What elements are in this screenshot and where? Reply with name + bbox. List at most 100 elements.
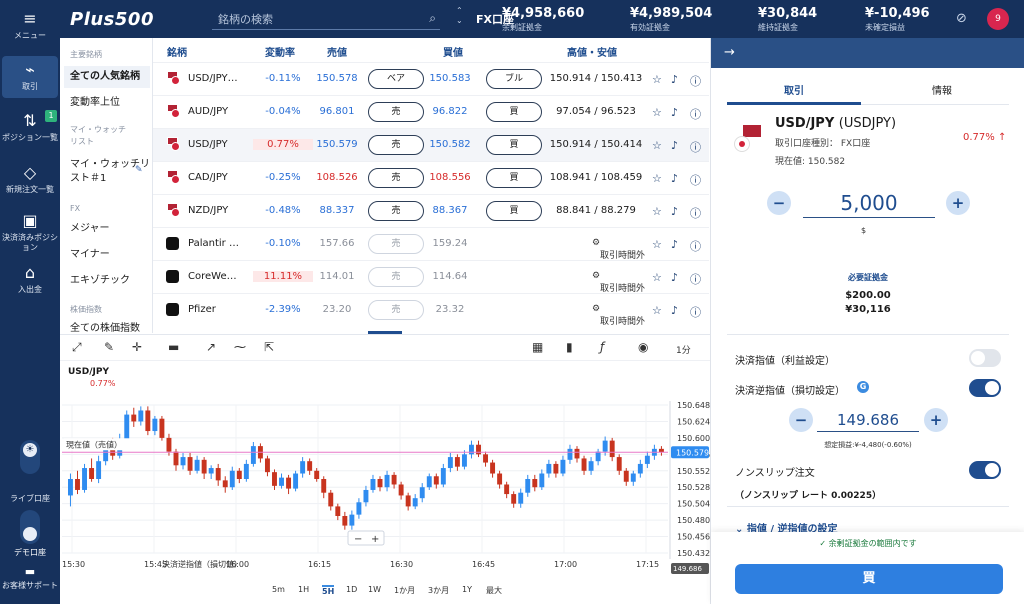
row-sell-button[interactable]: 売: [368, 168, 424, 188]
nav-trade[interactable]: ⌁ 取引: [2, 56, 58, 98]
search-input[interactable]: [212, 10, 412, 30]
timeframe-3[interactable]: 1D: [346, 585, 357, 594]
candles-icon[interactable]: ▮: [566, 340, 573, 354]
row-sell-button[interactable]: 売: [368, 135, 424, 155]
row-sell-button[interactable]: 売: [368, 234, 424, 254]
alert-bell-icon[interactable]: ♪: [671, 205, 678, 218]
alert-bell-icon[interactable]: ♪: [671, 139, 678, 152]
zoom-in-button[interactable]: +: [371, 534, 379, 545]
nav-menu[interactable]: ≡ メニュー: [0, 10, 60, 41]
guaranteed-stop-icon[interactable]: G: [857, 381, 869, 393]
take-profit-toggle[interactable]: [969, 349, 1001, 367]
row-buy-button[interactable]: 買: [486, 135, 542, 155]
row-buy-button[interactable]: 買: [486, 168, 542, 188]
layout-grid-icon[interactable]: ▦: [532, 340, 543, 354]
share-icon[interactable]: ⇱: [264, 340, 274, 354]
cat-watchlist-1[interactable]: マイ・ウォッチリスト＃1: [70, 158, 150, 186]
trendline-icon[interactable]: ↗: [206, 340, 216, 354]
row-sell-button[interactable]: 売: [368, 201, 424, 221]
timeframe-4[interactable]: 1W: [368, 585, 381, 594]
favorite-star-icon[interactable]: ☆: [652, 73, 662, 86]
cat-all-popular[interactable]: 全ての人気銘柄: [64, 66, 150, 88]
timeframe-0[interactable]: 5m: [272, 585, 285, 594]
favorite-star-icon[interactable]: ☆: [652, 304, 662, 317]
favorite-star-icon[interactable]: ☆: [652, 205, 662, 218]
nav-closed-positions[interactable]: ▣ 決済済みポジション: [0, 212, 60, 253]
stop-loss-toggle[interactable]: [969, 379, 1001, 397]
theme-toggle[interactable]: ☀: [20, 440, 40, 474]
tab-trade[interactable]: 取引: [734, 82, 854, 97]
account-switch-chevrons[interactable]: ⌃ ⌄: [456, 6, 463, 26]
info-icon[interactable]: ⓘ: [690, 238, 701, 254]
nav-orders[interactable]: ◇ 新規注文一覧: [0, 164, 60, 195]
timeframe-5[interactable]: 1か月: [394, 585, 415, 596]
row-sell-button[interactable]: 売: [368, 102, 424, 122]
zoom-out-button[interactable]: −: [354, 534, 362, 545]
eye-icon[interactable]: ◉: [638, 340, 648, 354]
row-sell-button[interactable]: ベア: [368, 69, 424, 89]
timeframe-1[interactable]: 1H: [298, 585, 309, 594]
row-buy-button[interactable]: 買: [486, 102, 542, 122]
alert-bell-icon[interactable]: ♪: [671, 172, 678, 185]
table-row[interactable]: NZD/JPY -0.48% 88.337 売 88.367 買 88.841 / 88.2…: [153, 194, 709, 227]
row-buy-button[interactable]: 買: [486, 201, 542, 221]
cat-exotics[interactable]: エキゾチック: [70, 274, 130, 288]
stop-loss-input[interactable]: 149.686: [817, 408, 919, 432]
row-buy-button[interactable]: ブル: [486, 69, 542, 89]
table-row[interactable]: CoreWe… 11.11% 114.01 売 114.64 ⚙ 取引時間外 ☆ ♪ ⓘ: [153, 260, 709, 294]
comment-icon[interactable]: ▬: [168, 340, 179, 354]
stop-decrease-button[interactable]: −: [789, 408, 813, 432]
alert-bell-icon[interactable]: ♪: [671, 73, 678, 86]
cat-minors[interactable]: マイナー: [70, 248, 110, 262]
alert-bell-icon[interactable]: ♪: [671, 271, 678, 284]
hide-values-eye-icon[interactable]: ⊘: [956, 11, 967, 26]
stop-increase-button[interactable]: +: [924, 408, 948, 432]
indicators-icon[interactable]: ƒ: [600, 340, 604, 354]
cat-majors[interactable]: メジャー: [70, 222, 110, 236]
chart-plot[interactable]: 150.648150.624150.600150.576150.552150.5…: [60, 391, 710, 581]
row-sell-button[interactable]: 売: [368, 267, 424, 287]
info-icon[interactable]: ⓘ: [690, 73, 701, 89]
nav-funds[interactable]: ⌂ 入出金: [0, 264, 60, 295]
favorite-star-icon[interactable]: ☆: [652, 139, 662, 152]
amount-input[interactable]: 5,000: [803, 188, 935, 218]
buy-button[interactable]: 買: [735, 564, 1003, 594]
info-icon[interactable]: ⓘ: [690, 172, 701, 188]
table-row[interactable]: Palantir … -0.10% 157.66 売 159.24 ⚙ 取引時間外 ☆ ♪ ⓘ: [153, 227, 709, 261]
timeframe-6[interactable]: 3か月: [428, 585, 449, 596]
fullscreen-icon[interactable]: ⤢: [72, 340, 82, 355]
tab-info[interactable]: 情報: [882, 82, 1002, 97]
info-icon[interactable]: ⓘ: [690, 304, 701, 320]
amount-decrease-button[interactable]: −: [767, 191, 791, 215]
notifications-button[interactable]: 9: [987, 8, 1009, 30]
collapse-arrow-icon[interactable]: →: [724, 45, 735, 60]
nav-positions[interactable]: ⇅ ポジション一覧 1: [0, 110, 60, 143]
info-icon[interactable]: ⓘ: [690, 205, 701, 221]
favorite-star-icon[interactable]: ☆: [652, 271, 662, 284]
non-slip-toggle[interactable]: [969, 461, 1001, 479]
favorite-star-icon[interactable]: ☆: [652, 172, 662, 185]
crosshair-icon[interactable]: ✛: [132, 340, 142, 354]
favorite-star-icon[interactable]: ☆: [652, 106, 662, 119]
nav-support[interactable]: ▬ お客様サポート: [0, 566, 60, 591]
range-icon[interactable]: ⁓: [234, 340, 246, 354]
alert-bell-icon[interactable]: ♪: [671, 304, 678, 317]
table-row[interactable]: USD/JPY 0.77% 150.579 売 150.582 買 150.914 / 15…: [153, 128, 709, 161]
table-row[interactable]: AUD/JPY -0.04% 96.801 売 96.822 買 97.054 / 96.5…: [153, 95, 709, 128]
row-sell-button[interactable]: 売: [368, 300, 424, 320]
interval-select[interactable]: 1分: [676, 343, 691, 356]
favorite-star-icon[interactable]: ☆: [652, 238, 662, 251]
table-row[interactable]: CAD/JPY -0.25% 108.526 売 108.556 買 108.941 / 1…: [153, 161, 709, 194]
search-icon[interactable]: ⌕: [429, 11, 436, 26]
alert-bell-icon[interactable]: ♪: [671, 106, 678, 119]
table-row[interactable]: Pfizer -2.39% 23.20 売 23.32 ⚙ 取引時間外 ☆ ♪ ⓘ: [153, 293, 709, 327]
cat-top-movers[interactable]: 変動率上位: [70, 96, 120, 110]
account-mode-toggle[interactable]: [20, 510, 40, 544]
info-icon[interactable]: ⓘ: [690, 106, 701, 122]
timeframe-7[interactable]: 1Y: [462, 585, 472, 594]
timeframe-2[interactable]: 5H: [322, 585, 335, 596]
info-icon[interactable]: ⓘ: [690, 271, 701, 287]
pencil-icon[interactable]: ✎: [104, 340, 114, 354]
info-icon[interactable]: ⓘ: [690, 139, 701, 155]
table-row[interactable]: USD/JPY… -0.11% 150.578 ベア 150.583 ブル 150.914 …: [153, 62, 709, 95]
